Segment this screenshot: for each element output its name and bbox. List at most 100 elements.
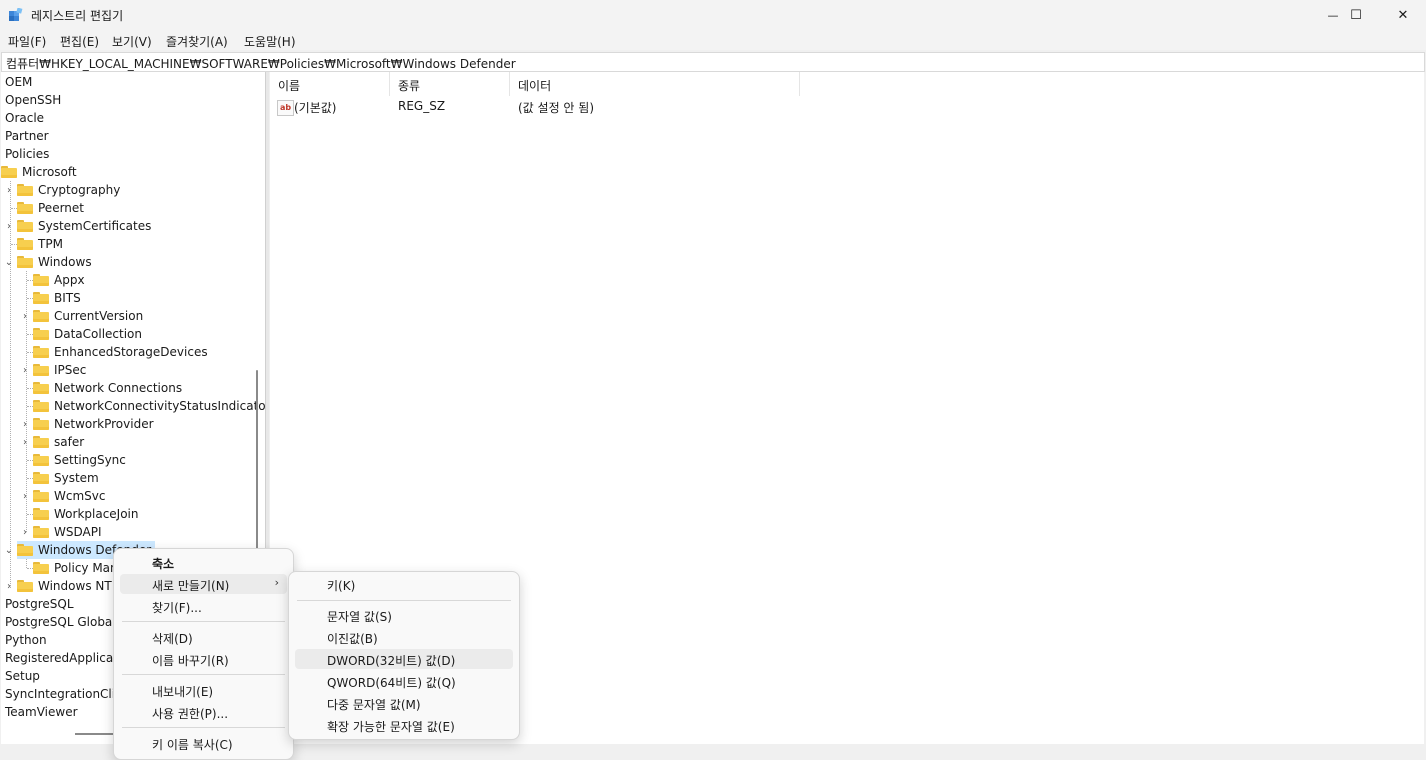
submenu-item-binary-value[interactable]: 이진값(B) bbox=[295, 627, 513, 647]
tree-item-windows[interactable]: Windows bbox=[17, 253, 92, 271]
folder-icon bbox=[33, 472, 49, 484]
menu-item-export[interactable]: 내보내기(E) bbox=[120, 680, 287, 700]
tree-item-python[interactable]: Python bbox=[5, 631, 47, 649]
expand-chevron-icon[interactable]: › bbox=[4, 577, 14, 595]
column-header-data[interactable]: 데이터 bbox=[510, 72, 800, 96]
tree-item-postgresql[interactable]: PostgreSQL bbox=[5, 595, 74, 613]
tree-item-enhancedstoragedevices[interactable]: EnhancedStorageDevices bbox=[33, 343, 208, 361]
menu-item-permissions[interactable]: 사용 권한(P)... bbox=[120, 702, 287, 722]
tree-item-settingsync[interactable]: SettingSync bbox=[33, 451, 126, 469]
tree-item-datacollection[interactable]: DataCollection bbox=[33, 325, 142, 343]
maximize-button[interactable]: ☐ bbox=[1333, 0, 1379, 30]
menu-item-delete[interactable]: 삭제(D) bbox=[120, 627, 287, 647]
tree-item-bits[interactable]: BITS bbox=[33, 289, 81, 307]
expand-chevron-icon[interactable]: › bbox=[20, 307, 30, 325]
tree-item-networkprovider[interactable]: NetworkProvider bbox=[33, 415, 154, 433]
tree-vertical-scrollbar[interactable] bbox=[256, 370, 258, 550]
folder-icon bbox=[33, 328, 49, 340]
expand-chevron-icon[interactable]: › bbox=[4, 217, 14, 235]
tree-item-microsoft[interactable]: Microsoft bbox=[1, 163, 77, 181]
folder-icon bbox=[17, 544, 33, 556]
registry-editor-icon bbox=[9, 8, 23, 21]
close-icon: ✕ bbox=[1397, 7, 1409, 23]
value-type: REG_SZ bbox=[398, 99, 446, 113]
tree-horizontal-scrollbar[interactable] bbox=[75, 733, 115, 735]
folder-icon bbox=[17, 202, 33, 214]
folder-icon bbox=[33, 436, 49, 448]
menu-favorites[interactable]: 즐겨찾기(A) bbox=[166, 33, 228, 50]
tree-item-oracle[interactable]: Oracle bbox=[5, 109, 44, 127]
tree-item-setup[interactable]: Setup bbox=[5, 667, 40, 685]
submenu-item-key[interactable]: 키(K) bbox=[295, 574, 513, 594]
expand-chevron-icon[interactable]: › bbox=[4, 181, 14, 199]
tree-item-openssh[interactable]: OpenSSH bbox=[5, 91, 61, 109]
folder-icon bbox=[33, 310, 49, 322]
tree-item-windows-nt[interactable]: Windows NT bbox=[17, 577, 112, 595]
folder-icon bbox=[17, 580, 33, 592]
submenu-item-qword-value[interactable]: QWORD(64비트) 값(Q) bbox=[295, 671, 513, 691]
folder-icon bbox=[17, 256, 33, 268]
string-value-icon: ab bbox=[277, 100, 294, 116]
expand-chevron-icon[interactable]: › bbox=[20, 487, 30, 505]
address-bar[interactable]: 컴퓨터₩HKEY_LOCAL_MACHINE₩SOFTWARE₩Policies… bbox=[1, 52, 1425, 72]
tree-item-currentversion[interactable]: CurrentVersion bbox=[33, 307, 143, 325]
expand-chevron-icon[interactable]: › bbox=[20, 415, 30, 433]
tree-item-workplacejoin[interactable]: WorkplaceJoin bbox=[33, 505, 139, 523]
folder-icon bbox=[33, 418, 49, 430]
folder-icon bbox=[33, 508, 49, 520]
submenu-item-string-value[interactable]: 문자열 값(S) bbox=[295, 605, 513, 625]
tree-item-cryptography[interactable]: Cryptography bbox=[17, 181, 120, 199]
folder-icon bbox=[33, 364, 49, 376]
tree-item-oem[interactable]: OEM bbox=[5, 73, 32, 91]
submenu-arrow-icon: › bbox=[274, 576, 279, 589]
collapse-chevron-icon[interactable]: ⌄ bbox=[4, 253, 14, 271]
column-header-type[interactable]: 종류 bbox=[390, 72, 510, 96]
folder-icon bbox=[33, 274, 49, 286]
tree-item-policies[interactable]: Policies bbox=[5, 145, 49, 163]
submenu-item-expandable-string-value[interactable]: 확장 가능한 문자열 값(E) bbox=[295, 715, 513, 735]
menu-item-find[interactable]: 찾기(F)... bbox=[120, 596, 287, 616]
tree-item-wsdapi[interactable]: WSDAPI bbox=[33, 523, 102, 541]
tree-item-wcmsvc[interactable]: WcmSvc bbox=[33, 487, 105, 505]
menu-item-copy-key-name[interactable]: 키 이름 복사(C) bbox=[120, 733, 287, 753]
expand-chevron-icon[interactable]: › bbox=[20, 523, 30, 541]
column-header-name[interactable]: 이름 bbox=[270, 72, 390, 96]
folder-icon bbox=[33, 562, 49, 574]
expand-chevron-icon[interactable]: › bbox=[20, 361, 30, 379]
tree-item-peernet[interactable]: Peernet bbox=[17, 199, 84, 217]
submenu-item-dword-value[interactable]: DWORD(32비트) 값(D) bbox=[295, 649, 513, 669]
menu-item-collapse[interactable]: 축소 bbox=[120, 552, 287, 572]
folder-icon bbox=[17, 184, 33, 196]
close-button[interactable]: ✕ bbox=[1380, 0, 1426, 30]
window-title: 레지스트리 편집기 bbox=[31, 9, 124, 23]
menu-item-new[interactable]: 새로 만들기(N) › bbox=[120, 574, 287, 594]
collapse-chevron-icon[interactable]: ⌄ bbox=[4, 541, 14, 559]
folder-icon bbox=[33, 490, 49, 502]
expand-chevron-icon[interactable]: › bbox=[20, 433, 30, 451]
submenu-item-multi-string-value[interactable]: 다중 문자열 값(M) bbox=[295, 693, 513, 713]
tree-item-teamviewer[interactable]: TeamViewer bbox=[5, 703, 78, 721]
new-submenu: 키(K) 문자열 값(S) 이진값(B) DWORD(32비트) 값(D) QW… bbox=[288, 571, 520, 740]
tree-item-tpm[interactable]: TPM bbox=[17, 235, 63, 253]
title-bar: 레지스트리 편집기 — ☐ ✕ bbox=[0, 0, 1426, 30]
value-name[interactable]: (기본값) bbox=[294, 99, 336, 116]
tree-item-safer[interactable]: safer bbox=[33, 433, 84, 451]
tree-item-ipsec[interactable]: IPSec bbox=[33, 361, 86, 379]
tree-item-partner[interactable]: Partner bbox=[5, 127, 49, 145]
tree-item-appx[interactable]: Appx bbox=[33, 271, 85, 289]
folder-icon bbox=[33, 454, 49, 466]
tree-item-networkconnectivitystatusindicator[interactable]: NetworkConnectivityStatusIndicator bbox=[33, 397, 265, 415]
menu-help[interactable]: 도움말(H) bbox=[244, 33, 296, 50]
value-data: (값 설정 안 됨) bbox=[518, 101, 595, 115]
menu-bar: 파일(F) 편집(E) 보기(V) 즐겨찾기(A) 도움말(H) bbox=[0, 30, 1426, 50]
menu-view[interactable]: 보기(V) bbox=[112, 33, 152, 50]
folder-icon bbox=[17, 220, 33, 232]
menu-item-rename[interactable]: 이름 바꾸기(R) bbox=[120, 649, 287, 669]
folder-icon bbox=[17, 238, 33, 250]
menu-file[interactable]: 파일(F) bbox=[8, 33, 46, 50]
tree-item-systemcertificates[interactable]: SystemCertificates bbox=[17, 217, 151, 235]
tree-item-system[interactable]: System bbox=[33, 469, 99, 487]
menu-edit[interactable]: 편집(E) bbox=[60, 33, 99, 50]
menu-separator bbox=[297, 600, 511, 601]
tree-item-network-connections[interactable]: Network Connections bbox=[33, 379, 182, 397]
